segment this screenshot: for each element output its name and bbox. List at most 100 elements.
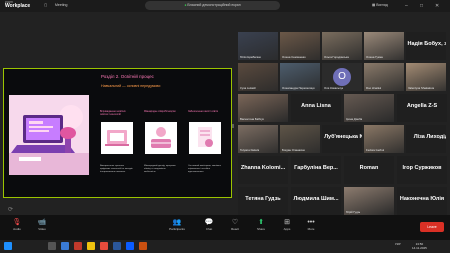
participant-tile[interactable]: Angella Z-S	[397, 94, 447, 122]
view-label: Вигляд	[376, 3, 388, 7]
heart-icon: ♡	[231, 219, 239, 226]
participant-name: Валентина Бабчук	[240, 117, 264, 121]
column-1-heading: Впровадження новітніх освітніх технологі…	[100, 110, 126, 116]
tech-card-image	[101, 122, 133, 154]
meeting-info-text: Власний демонстраційний екран	[187, 3, 241, 7]
participant-name: Богдан Опанасюк	[282, 148, 305, 152]
view-icon: ▦	[372, 3, 376, 7]
meeting-label: Meeting	[55, 3, 68, 7]
powerpoint-icon[interactable]	[139, 242, 147, 250]
avatar: O	[333, 68, 351, 86]
cooperation-card-image	[145, 122, 177, 154]
participant-tile[interactable]: Ольга Городянська	[322, 32, 362, 60]
participant-tile[interactable]: Roman	[344, 156, 394, 184]
start-icon[interactable]	[4, 242, 12, 250]
participant-tile[interactable]: Zhanna Kolomi...	[238, 156, 288, 184]
participant-name: Valentyna Shakalova	[408, 86, 435, 90]
participant-tile[interactable]: Олександра Перепелиця	[280, 63, 320, 91]
meeting-controls: 🎙 Audio 📹 Video 👥 Participants 💬 Chat ♡ React…	[0, 215, 450, 240]
laptop-illustration	[9, 95, 89, 175]
meeting-info-pill[interactable]: ● Власний демонстраційний екран	[145, 1, 280, 10]
participant-tile[interactable]: Iryna Lukash	[238, 63, 278, 91]
app-icon-red[interactable]	[74, 242, 82, 250]
participant-name: Fedora Gerbut	[366, 148, 385, 152]
close-button[interactable]: ✕	[435, 3, 439, 9]
clock-date: 14.11.2025	[412, 246, 427, 250]
quality-card-image	[189, 122, 221, 154]
participant-name: Гарбуліна Вер...	[294, 165, 338, 171]
audio-button[interactable]: 🎙 Audio	[6, 218, 28, 231]
participant-tile[interactable]: Roo Hnatiuk	[364, 63, 404, 91]
app-logo: zoom Workplace	[5, 0, 31, 10]
app-logo-name: Workplace	[5, 3, 31, 10]
word-icon[interactable]	[113, 242, 121, 250]
apps-button[interactable]: ⊞ Apps	[276, 218, 298, 231]
chat-button[interactable]: 💬 Chat	[198, 218, 220, 231]
refresh-icon[interactable]: ⟳	[8, 206, 13, 213]
shared-screen[interactable]: Розділ 2. Освітній процес Навчальний — о…	[3, 68, 232, 198]
search-icon[interactable]	[48, 242, 56, 250]
participant-tile[interactable]: Надія Бобух, за...	[406, 32, 446, 60]
ellipsis-icon: •••	[307, 219, 315, 226]
slide-subtitle: Навчальний — основні передумови	[101, 84, 161, 88]
participant-name: Ігор Суржиков	[402, 165, 442, 171]
participant-tile[interactable]: Ігор Суржиков	[397, 156, 447, 184]
view-button[interactable]: ▦ Вигляд	[372, 3, 388, 7]
participant-tile[interactable]: O Оля Ковальчук	[322, 63, 362, 91]
participant-tile[interactable]: Anna Lisna	[291, 94, 341, 122]
participant-tile[interactable]: Valentyna Shakalova	[406, 63, 446, 91]
minimize-button[interactable]: –	[405, 3, 408, 9]
clock[interactable]: 13:50 14.11.2025	[412, 242, 427, 250]
folder-icon[interactable]	[87, 242, 95, 250]
participant-name: Roman	[359, 165, 379, 171]
participant-tile[interactable]: Ліза Лиходід	[406, 125, 446, 153]
video-label: Video	[38, 227, 46, 231]
more-label: More	[307, 227, 315, 231]
participant-tile[interactable]: Олена Семиненко	[280, 32, 320, 60]
participant-tile[interactable]: Юрій Гудзь	[344, 187, 394, 215]
participant-tile[interactable]: Людмила Шим...	[291, 187, 341, 215]
splitter-handle[interactable]: ‖	[232, 124, 234, 130]
participants-button[interactable]: 👥 Participants	[166, 218, 188, 231]
participant-name: Олена Гумен	[366, 55, 383, 59]
participant-name: Zhanna Kolomi...	[240, 165, 286, 171]
react-label: React	[231, 227, 239, 231]
maximize-button[interactable]: □	[420, 3, 423, 9]
react-button[interactable]: ♡ React	[224, 218, 246, 231]
language-indicator[interactable]: УКР	[395, 242, 401, 246]
video-button[interactable]: 📹 Video	[31, 218, 53, 231]
people-icon: 👥	[172, 219, 182, 226]
participant-tile[interactable]: Tetyana Dekela	[238, 125, 278, 153]
task-view-icon[interactable]	[61, 242, 69, 250]
participant-name: Anna Lisna	[301, 103, 331, 109]
participant-tile[interactable]: Ірина Дзюба	[344, 94, 394, 122]
share-label: Share	[256, 227, 265, 231]
audio-label: Audio	[13, 227, 21, 231]
title-bar: zoom Workplace ▢ Meeting ● Власний демонс…	[0, 0, 450, 12]
share-button[interactable]: ⬆ Share	[250, 218, 272, 231]
participant-tile[interactable]: Юлія Цимбалюк	[238, 32, 278, 60]
column-1-text: Використання сучасних цифрових технологі…	[100, 165, 133, 173]
participant-tile[interactable]: Гарбуліна Вер...	[291, 156, 341, 184]
apps-label: Apps	[283, 227, 291, 231]
participant-tile[interactable]: Луб'янецька Ю...	[322, 125, 362, 153]
windows-taskbar: УКР 13:50 14.11.2025	[0, 240, 450, 253]
column-3-heading: Забезпечення якості освіти	[188, 110, 219, 113]
participant-tile[interactable]: Наконечна Юлія	[397, 187, 447, 215]
participant-tile[interactable]: Богдан Опанасюк	[280, 125, 320, 153]
participant-name: Roo Hnatiuk	[366, 86, 382, 90]
participant-name: Ірина Дзюба	[346, 117, 363, 121]
window-icon: ▢	[44, 3, 48, 7]
chrome-icon[interactable]	[100, 242, 108, 250]
more-button[interactable]: ••• More	[300, 218, 322, 231]
zoom-icon[interactable]	[126, 242, 134, 250]
leave-button[interactable]: Leave	[420, 222, 444, 232]
slide-title: Розділ 2. Освітній процес	[101, 74, 154, 79]
participant-name: Луб'янецька Ю...	[324, 134, 362, 140]
participant-name: Наконечна Юлія	[399, 196, 445, 202]
participant-tile[interactable]: Тетяна Гудзь	[238, 187, 288, 215]
participant-name: Людмила Шим...	[293, 196, 339, 202]
participant-tile[interactable]: Валентина Бабчук	[238, 94, 288, 122]
participant-tile[interactable]: Fedora Gerbut	[364, 125, 404, 153]
participant-tile[interactable]: Олена Гумен	[364, 32, 404, 60]
